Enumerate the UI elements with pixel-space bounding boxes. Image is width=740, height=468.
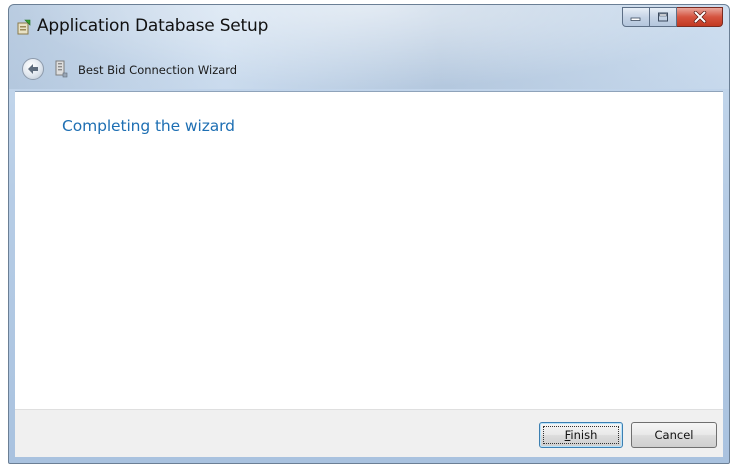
- cancel-button[interactable]: Cancel: [631, 422, 717, 448]
- window-title: Application Database Setup: [37, 16, 269, 36]
- wizard-content: Completing the wizard: [15, 91, 723, 410]
- page-heading: Completing the wizard: [62, 117, 235, 135]
- setup-app-icon: [17, 19, 31, 35]
- wizard-page-icon: [54, 59, 68, 79]
- back-button[interactable]: [22, 58, 44, 80]
- caption-buttons: [622, 7, 723, 27]
- minimize-button[interactable]: [622, 7, 650, 27]
- close-button[interactable]: [677, 7, 723, 27]
- finish-button[interactable]: Finish: [539, 422, 623, 448]
- back-arrow-icon: [28, 64, 38, 74]
- wizard-navbar: Best Bid Connection Wizard: [9, 47, 729, 91]
- maximize-icon: [658, 12, 668, 22]
- button-bar: Finish Cancel: [15, 409, 723, 457]
- wizard-title: Best Bid Connection Wizard: [78, 63, 238, 77]
- maximize-button[interactable]: [650, 7, 677, 27]
- title-bar[interactable]: Application Database Setup: [9, 5, 729, 47]
- wizard-window: Application Database Setup Best Bid Conn…: [8, 4, 730, 464]
- close-icon: [693, 11, 706, 23]
- minimize-icon: [630, 17, 641, 21]
- finish-label-rest: inish: [570, 428, 598, 442]
